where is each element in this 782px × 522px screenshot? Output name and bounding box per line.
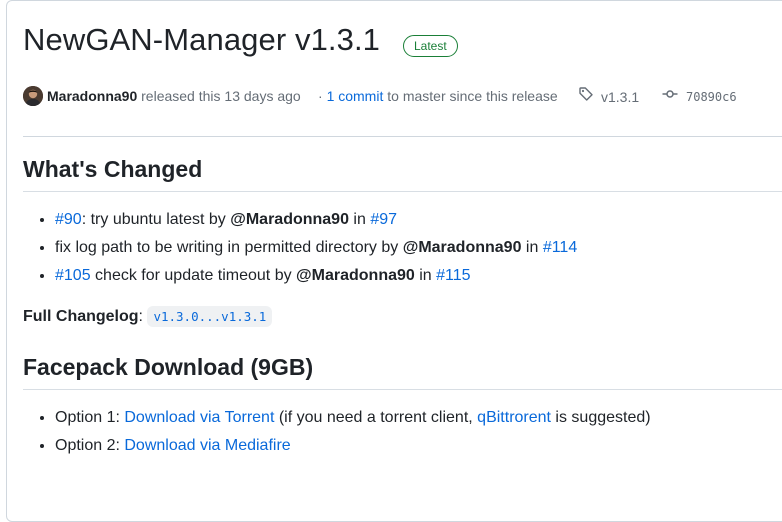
list-item: #90: try ubuntu latest by @Maradonna90 i… bbox=[55, 206, 577, 234]
tag-name: v1.3.1 bbox=[601, 88, 640, 105]
tag-link[interactable]: v1.3.1 bbox=[578, 86, 639, 107]
pr-link[interactable]: #115 bbox=[436, 267, 470, 284]
latest-badge: Latest bbox=[403, 35, 458, 57]
list-item: Option 1: Download via Torrent (if you n… bbox=[55, 404, 651, 432]
list-item: #105 check for update timeout by @Marado… bbox=[55, 262, 577, 290]
item-text: in bbox=[348, 211, 371, 228]
heading-rule bbox=[23, 191, 782, 192]
facepack-heading: Facepack Download (9GB) bbox=[23, 354, 314, 380]
commit-sha: 70890c6 bbox=[686, 89, 737, 104]
torrent-download-link[interactable]: Download via Torrent bbox=[124, 409, 274, 426]
tag-icon bbox=[578, 86, 594, 107]
separator-dot: · bbox=[318, 88, 323, 104]
option-label: Option 2: bbox=[55, 437, 125, 454]
commit-count-link[interactable]: 1 commit bbox=[327, 88, 384, 104]
header-divider bbox=[23, 136, 782, 137]
item-text: check for update timeout by bbox=[90, 267, 297, 284]
commit-suffix: to master since this release bbox=[387, 88, 558, 104]
whats-changed-heading: What's Changed bbox=[23, 156, 203, 182]
release-author-line: Maradonna90 released this 13 days ago bbox=[47, 86, 301, 106]
item-text: fix log path to be writing in permitted … bbox=[55, 239, 403, 256]
pr-link[interactable]: #97 bbox=[370, 211, 397, 228]
option-label: Option 1: bbox=[55, 409, 125, 426]
issue-link[interactable]: #90 bbox=[55, 211, 82, 228]
changelog-code: v1.3.0...v1.3.1 bbox=[147, 306, 273, 327]
release-title[interactable]: NewGAN-Manager v1.3.1 bbox=[23, 22, 380, 58]
user-mention[interactable]: @Maradonna90 bbox=[296, 267, 415, 284]
heading-rule bbox=[23, 389, 782, 390]
item-text: in bbox=[414, 267, 437, 284]
avatar[interactable] bbox=[23, 86, 43, 106]
full-changelog: Full Changelog: v1.3.0...v1.3.1 bbox=[23, 306, 273, 328]
list-item: fix log path to be writing in permitted … bbox=[55, 234, 577, 262]
item-text: (if you need a torrent client, bbox=[274, 409, 478, 426]
qbittorrent-link[interactable]: qBittrorent bbox=[477, 409, 551, 426]
commit-sha-link[interactable]: 70890c6 bbox=[662, 86, 737, 107]
git-commit-icon bbox=[662, 86, 678, 107]
item-text: : try ubuntu latest by bbox=[81, 211, 231, 228]
item-text: is suggested) bbox=[550, 409, 651, 426]
user-mention[interactable]: @Maradonna90 bbox=[403, 239, 522, 256]
issue-link[interactable]: #105 bbox=[55, 267, 91, 284]
mediafire-download-link[interactable]: Download via Mediafire bbox=[124, 437, 290, 454]
avatar-image bbox=[23, 86, 43, 106]
pr-link[interactable]: #114 bbox=[543, 239, 577, 256]
item-text: in bbox=[521, 239, 543, 256]
changelog-label: Full Changelog bbox=[23, 308, 139, 325]
released-text: released this 13 days ago bbox=[141, 88, 301, 104]
list-item: Option 2: Download via Mediafire bbox=[55, 432, 651, 460]
changelog-compare-link[interactable]: v1.3.0...v1.3.1 bbox=[153, 309, 266, 324]
user-mention[interactable]: @Maradonna90 bbox=[230, 211, 349, 228]
facepack-list: Option 1: Download via Torrent (if you n… bbox=[23, 404, 651, 460]
commit-info: · 1 commit to master since this release bbox=[318, 86, 558, 106]
changes-list: #90: try ubuntu latest by @Maradonna90 i… bbox=[23, 206, 577, 290]
author-link[interactable]: Maradonna90 bbox=[47, 88, 137, 104]
changelog-colon: : bbox=[138, 308, 143, 325]
